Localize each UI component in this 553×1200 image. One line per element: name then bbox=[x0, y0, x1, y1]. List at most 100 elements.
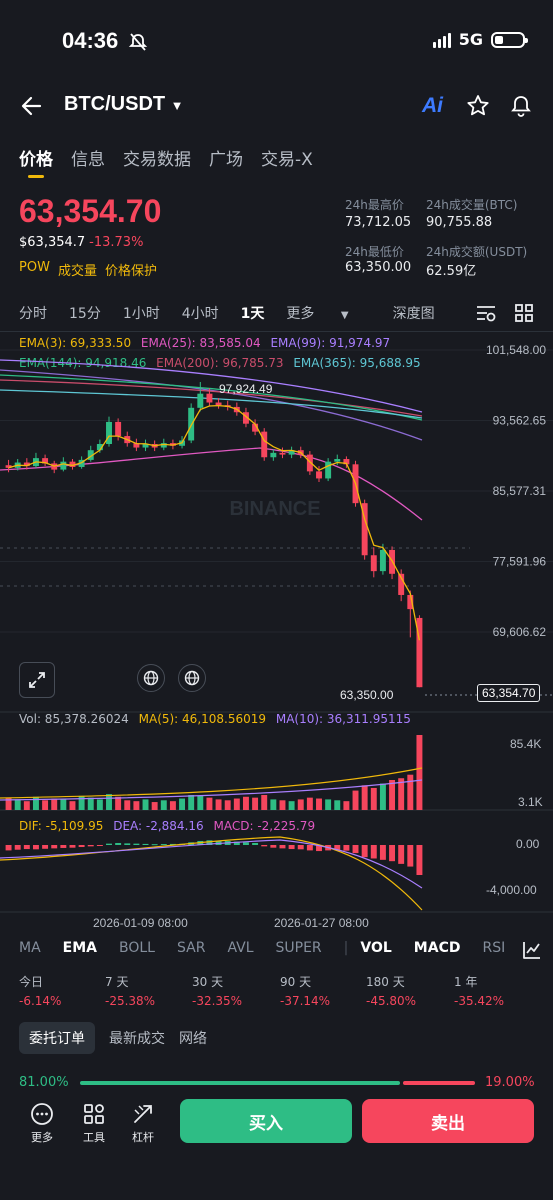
tab-trade-x[interactable]: 交易-X bbox=[261, 145, 313, 170]
volume-bar bbox=[169, 801, 176, 810]
x-label-2: 2026-01-27 08:00 bbox=[274, 916, 369, 930]
interval-tick[interactable]: 分时 bbox=[19, 303, 47, 323]
leverage-button[interactable]: 杠杆 bbox=[131, 1102, 155, 1145]
buy-button[interactable]: 买入 bbox=[180, 1099, 352, 1143]
tag-volume[interactable]: 成交量 bbox=[58, 260, 97, 279]
tab-square[interactable]: 广场 bbox=[209, 145, 243, 170]
tab-price[interactable]: 价格 bbox=[19, 145, 53, 178]
chart-settings-icon[interactable] bbox=[475, 303, 497, 323]
macd-bar bbox=[242, 842, 249, 845]
tab-open-orders[interactable]: 委托订单 bbox=[19, 1022, 95, 1054]
leverage-icon bbox=[134, 1105, 152, 1123]
volume-bar bbox=[352, 790, 359, 810]
globe-button-2[interactable] bbox=[137, 664, 165, 692]
candle-body bbox=[334, 459, 341, 462]
sell-button[interactable]: 卖出 bbox=[362, 1099, 534, 1143]
volume-bar bbox=[133, 801, 140, 810]
volume-bar bbox=[14, 799, 21, 810]
tab-network[interactable]: 网络 bbox=[179, 1028, 207, 1048]
globe-button-1[interactable] bbox=[178, 664, 206, 692]
macd-bar bbox=[78, 845, 85, 848]
indicator-tabs: MA EMA BOLL SAR AVL SUPER | VOL MACD RSI bbox=[19, 940, 527, 956]
more-button[interactable]: 更多 bbox=[30, 1102, 54, 1145]
tools-button[interactable]: 工具 bbox=[82, 1102, 106, 1145]
ticker-tags: POW 成交量 价格保护 bbox=[19, 260, 157, 279]
ratio-bar bbox=[80, 1081, 475, 1085]
ind-ma[interactable]: MA bbox=[19, 940, 41, 956]
y-tick-label: 77,591.96 bbox=[493, 555, 547, 569]
globe-icon bbox=[184, 670, 200, 686]
macd-bar bbox=[370, 845, 377, 859]
vol-ma5-line bbox=[0, 767, 423, 799]
ind-vol[interactable]: VOL bbox=[360, 940, 391, 956]
status-time: 04:36 bbox=[62, 28, 119, 53]
volume-bar bbox=[142, 799, 149, 810]
tag-price-protection[interactable]: 价格保护 bbox=[105, 260, 157, 279]
ind-separator: | bbox=[343, 940, 349, 956]
macd-bar bbox=[261, 845, 268, 847]
volume-bar bbox=[270, 799, 277, 810]
ind-ema[interactable]: EMA bbox=[63, 940, 97, 956]
volume-bar bbox=[179, 798, 186, 810]
macd-bar bbox=[352, 845, 359, 854]
y-tick-label: 93,562.65 bbox=[493, 414, 547, 428]
interval-1h[interactable]: 1小时 bbox=[123, 303, 160, 323]
indicator-chart-icon[interactable] bbox=[522, 940, 542, 960]
leverage-label: 杠杆 bbox=[132, 1131, 154, 1144]
ind-sar[interactable]: SAR bbox=[177, 940, 205, 956]
macd-dif-label: DIF: -5,109.95 bbox=[19, 819, 104, 833]
candle-body bbox=[279, 452, 286, 455]
interval-1d[interactable]: 1天 bbox=[241, 303, 265, 323]
depth-chart-tab[interactable]: 深度图 bbox=[393, 303, 435, 323]
macd-bar bbox=[279, 845, 286, 849]
candle-body bbox=[379, 549, 386, 572]
candle-body bbox=[325, 461, 332, 479]
volume-bar bbox=[51, 798, 58, 810]
macd-bar bbox=[87, 845, 94, 847]
fullscreen-button[interactable] bbox=[19, 662, 55, 698]
current-price-tag[interactable]: 63,354.70 bbox=[477, 684, 541, 702]
ind-boll[interactable]: BOLL bbox=[119, 940, 155, 956]
star-icon[interactable] bbox=[466, 94, 490, 118]
low-marker: 63,350.00 bbox=[340, 688, 394, 702]
perf-value: -37.14% bbox=[280, 994, 331, 1008]
macd-bar bbox=[151, 844, 158, 846]
interval-15m[interactable]: 15分 bbox=[69, 303, 101, 323]
macd-bar bbox=[51, 845, 58, 849]
ind-rsi[interactable]: RSI bbox=[482, 940, 505, 956]
volume-bar bbox=[252, 797, 259, 810]
ind-avl[interactable]: AVL bbox=[227, 940, 253, 956]
vol-ma10-label: MA(10): 36,311.95115 bbox=[275, 712, 411, 726]
expand-icon bbox=[29, 672, 45, 688]
low-label: 24h最低价 bbox=[345, 245, 404, 259]
macd-bar bbox=[379, 845, 386, 860]
ema-line-purple bbox=[0, 369, 423, 441]
last-price: 63,354.70 bbox=[19, 193, 162, 229]
grid-layout-icon[interactable] bbox=[514, 303, 534, 323]
tab-latest-trades[interactable]: 最新成交 bbox=[109, 1028, 165, 1048]
alert-bell-icon[interactable] bbox=[509, 94, 533, 118]
volume-bar bbox=[224, 800, 231, 810]
pair-title[interactable]: BTC/USDT ▼ bbox=[64, 93, 184, 116]
high-label: 24h最高价 bbox=[345, 198, 404, 212]
interval-4h[interactable]: 4小时 bbox=[182, 303, 219, 323]
volume-bar bbox=[379, 783, 386, 810]
tab-trading-data[interactable]: 交易数据 bbox=[123, 145, 191, 170]
candle-body bbox=[197, 393, 204, 408]
ind-super[interactable]: SUPER bbox=[276, 940, 322, 956]
candle-body bbox=[106, 421, 112, 445]
ai-button[interactable]: Ai bbox=[422, 94, 443, 118]
macd-value-label: MACD: -2,225.79 bbox=[213, 819, 316, 833]
back-arrow-icon[interactable] bbox=[20, 95, 44, 117]
kline-chart[interactable]: BINANCE 101,548.00 93,562.65 85,577.31 77,5… bbox=[0, 340, 553, 920]
ema99-line bbox=[0, 359, 423, 413]
interval-more[interactable]: 更多 ▼ bbox=[286, 303, 370, 323]
perf-label: 30 天 bbox=[192, 975, 224, 989]
tab-info[interactable]: 信息 bbox=[71, 145, 105, 170]
ind-macd[interactable]: MACD bbox=[414, 940, 461, 956]
perf-label: 今日 bbox=[19, 975, 44, 989]
macd-bar bbox=[297, 845, 304, 850]
tag-pow[interactable]: POW bbox=[19, 260, 50, 279]
volume-bar bbox=[60, 799, 67, 810]
volume-bar bbox=[23, 801, 30, 810]
